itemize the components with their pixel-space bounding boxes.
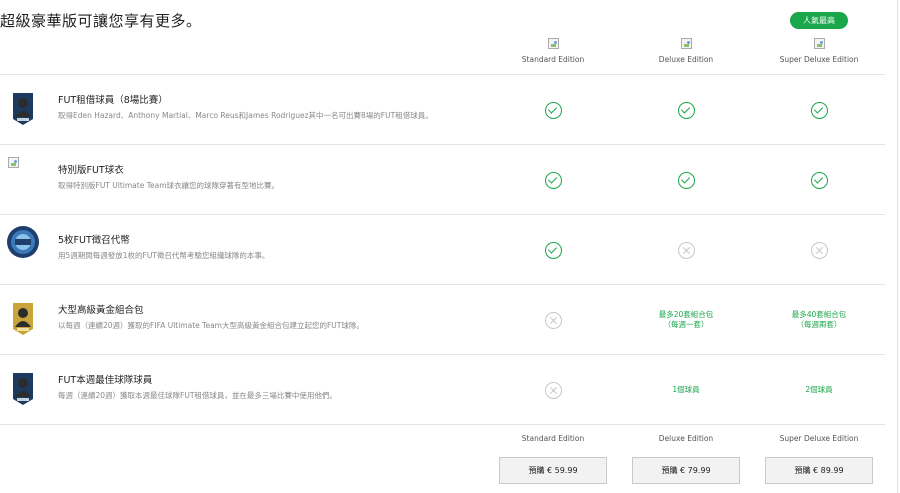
preorder-standard-button[interactable]: 預購 € 59.99 xyxy=(499,457,607,484)
feature-description: 取得Eden Hazard、Anthony Martial、Marco Reus… xyxy=(58,111,433,120)
feature-title: FUT租借球員（8場比賽） xyxy=(58,95,168,106)
feature-title: 5枚FUT徵召代幣 xyxy=(58,235,130,246)
cell-deluxe: 最多20套組合包 （每週一套） xyxy=(626,285,746,355)
player-card-icon xyxy=(8,91,38,127)
feature-description: 取得特別版FUT Ultimate Team球衣讓您的球隊穿著有型地比賽。 xyxy=(58,181,280,190)
broken-image-icon xyxy=(547,38,559,49)
preorder-super-deluxe-button[interactable]: 預購 € 89.99 xyxy=(765,457,873,484)
cell-deluxe xyxy=(626,75,746,145)
cross-icon xyxy=(544,381,562,399)
feature-title: FUT本週最佳球隊球員 xyxy=(58,375,153,386)
feature-row-special-kit: 特別版FUT球衣 取得特別版FUT Ultimate Team球衣讓您的球隊穿著… xyxy=(0,144,885,214)
cell-standard xyxy=(493,75,613,145)
footer-edition-deluxe: Deluxe Edition xyxy=(658,434,714,443)
feature-title: 特別版FUT球衣 xyxy=(58,165,124,176)
edition-label-deluxe: Deluxe Edition xyxy=(658,55,714,64)
cell-value: 1個球員 xyxy=(672,385,700,394)
cell-standard xyxy=(493,355,613,425)
edition-header-deluxe: Deluxe Edition xyxy=(626,38,746,64)
feature-row-fut-loan-player: FUT租借球員（8場比賽） 取得Eden Hazard、Anthony Mart… xyxy=(0,74,885,144)
scrollbar-track[interactable] xyxy=(897,0,898,493)
cross-icon xyxy=(544,311,562,329)
feature-row-gold-packs: 大型高級黃金組合包 以每週（連續20週）獲取的FIFA Ultimate Tea… xyxy=(0,284,885,354)
cell-super-deluxe xyxy=(759,215,879,285)
feature-description: 以每週（連續20週）獲取的FIFA Ultimate Team大型高級黃金組合包… xyxy=(58,321,364,330)
cross-icon xyxy=(677,241,695,259)
broken-image-icon xyxy=(813,38,825,49)
cell-value: 最多20套組合包 （每週一套） xyxy=(658,310,714,329)
feature-row-totw-player: FUT本週最佳球隊球員 每週（連續20週）獲取本週最佳球隊FUT租借球員，並在最… xyxy=(0,354,885,424)
preorder-deluxe-button[interactable]: 預購 € 79.99 xyxy=(632,457,740,484)
feature-title: 大型高級黃金組合包 xyxy=(58,305,144,316)
cell-standard xyxy=(493,145,613,215)
broken-image-icon xyxy=(680,38,692,49)
cell-value: 最多40套組合包 （每週兩套） xyxy=(791,310,847,329)
check-icon xyxy=(810,101,828,119)
edition-label-standard: Standard Edition xyxy=(521,55,585,64)
edition-header-standard: Standard Edition xyxy=(493,38,613,64)
footer-edition-standard: Standard Edition xyxy=(521,434,585,443)
edition-label-super-deluxe: Super Deluxe Edition xyxy=(779,55,859,64)
feature-description: 每週（連續20週）獲取本週最佳球隊FUT租借球員，並在最多三場比賽中使用他們。 xyxy=(58,391,337,400)
cell-standard xyxy=(493,215,613,285)
feature-description: 用5週期間每週發放1枚的FUT徵召代幣考驗您組織球隊的本事。 xyxy=(58,251,270,260)
broken-image-icon xyxy=(8,153,38,189)
cross-icon xyxy=(810,241,828,259)
page-title: 超級豪華版可讓您享有更多。 xyxy=(0,12,202,30)
edition-header-super-deluxe: Super Deluxe Edition xyxy=(759,38,879,64)
check-icon xyxy=(544,171,562,189)
totw-player-icon xyxy=(8,371,38,407)
check-icon xyxy=(544,101,562,119)
cell-deluxe: 1個球員 xyxy=(626,355,746,425)
cell-deluxe xyxy=(626,145,746,215)
check-icon xyxy=(677,171,695,189)
cell-super-deluxe xyxy=(759,75,879,145)
gold-pack-icon xyxy=(8,301,38,337)
footer-edition-super-deluxe: Super Deluxe Edition xyxy=(779,434,859,443)
cell-value: 2個球員 xyxy=(805,385,833,394)
check-icon xyxy=(810,171,828,189)
feature-row-draft-tokens: 5枚FUT徵召代幣 用5週期間每週發放1枚的FUT徵召代幣考驗您組織球隊的本事。 xyxy=(0,214,885,284)
draft-token-icon xyxy=(6,225,40,259)
divider xyxy=(0,424,885,425)
cell-super-deluxe: 最多40套組合包 （每週兩套） xyxy=(759,285,879,355)
cell-super-deluxe: 2個球員 xyxy=(759,355,879,425)
cell-standard xyxy=(493,285,613,355)
cell-deluxe xyxy=(626,215,746,285)
cell-super-deluxe xyxy=(759,145,879,215)
check-icon xyxy=(544,241,562,259)
check-icon xyxy=(677,101,695,119)
most-popular-badge: 人氣最高 xyxy=(790,12,848,29)
